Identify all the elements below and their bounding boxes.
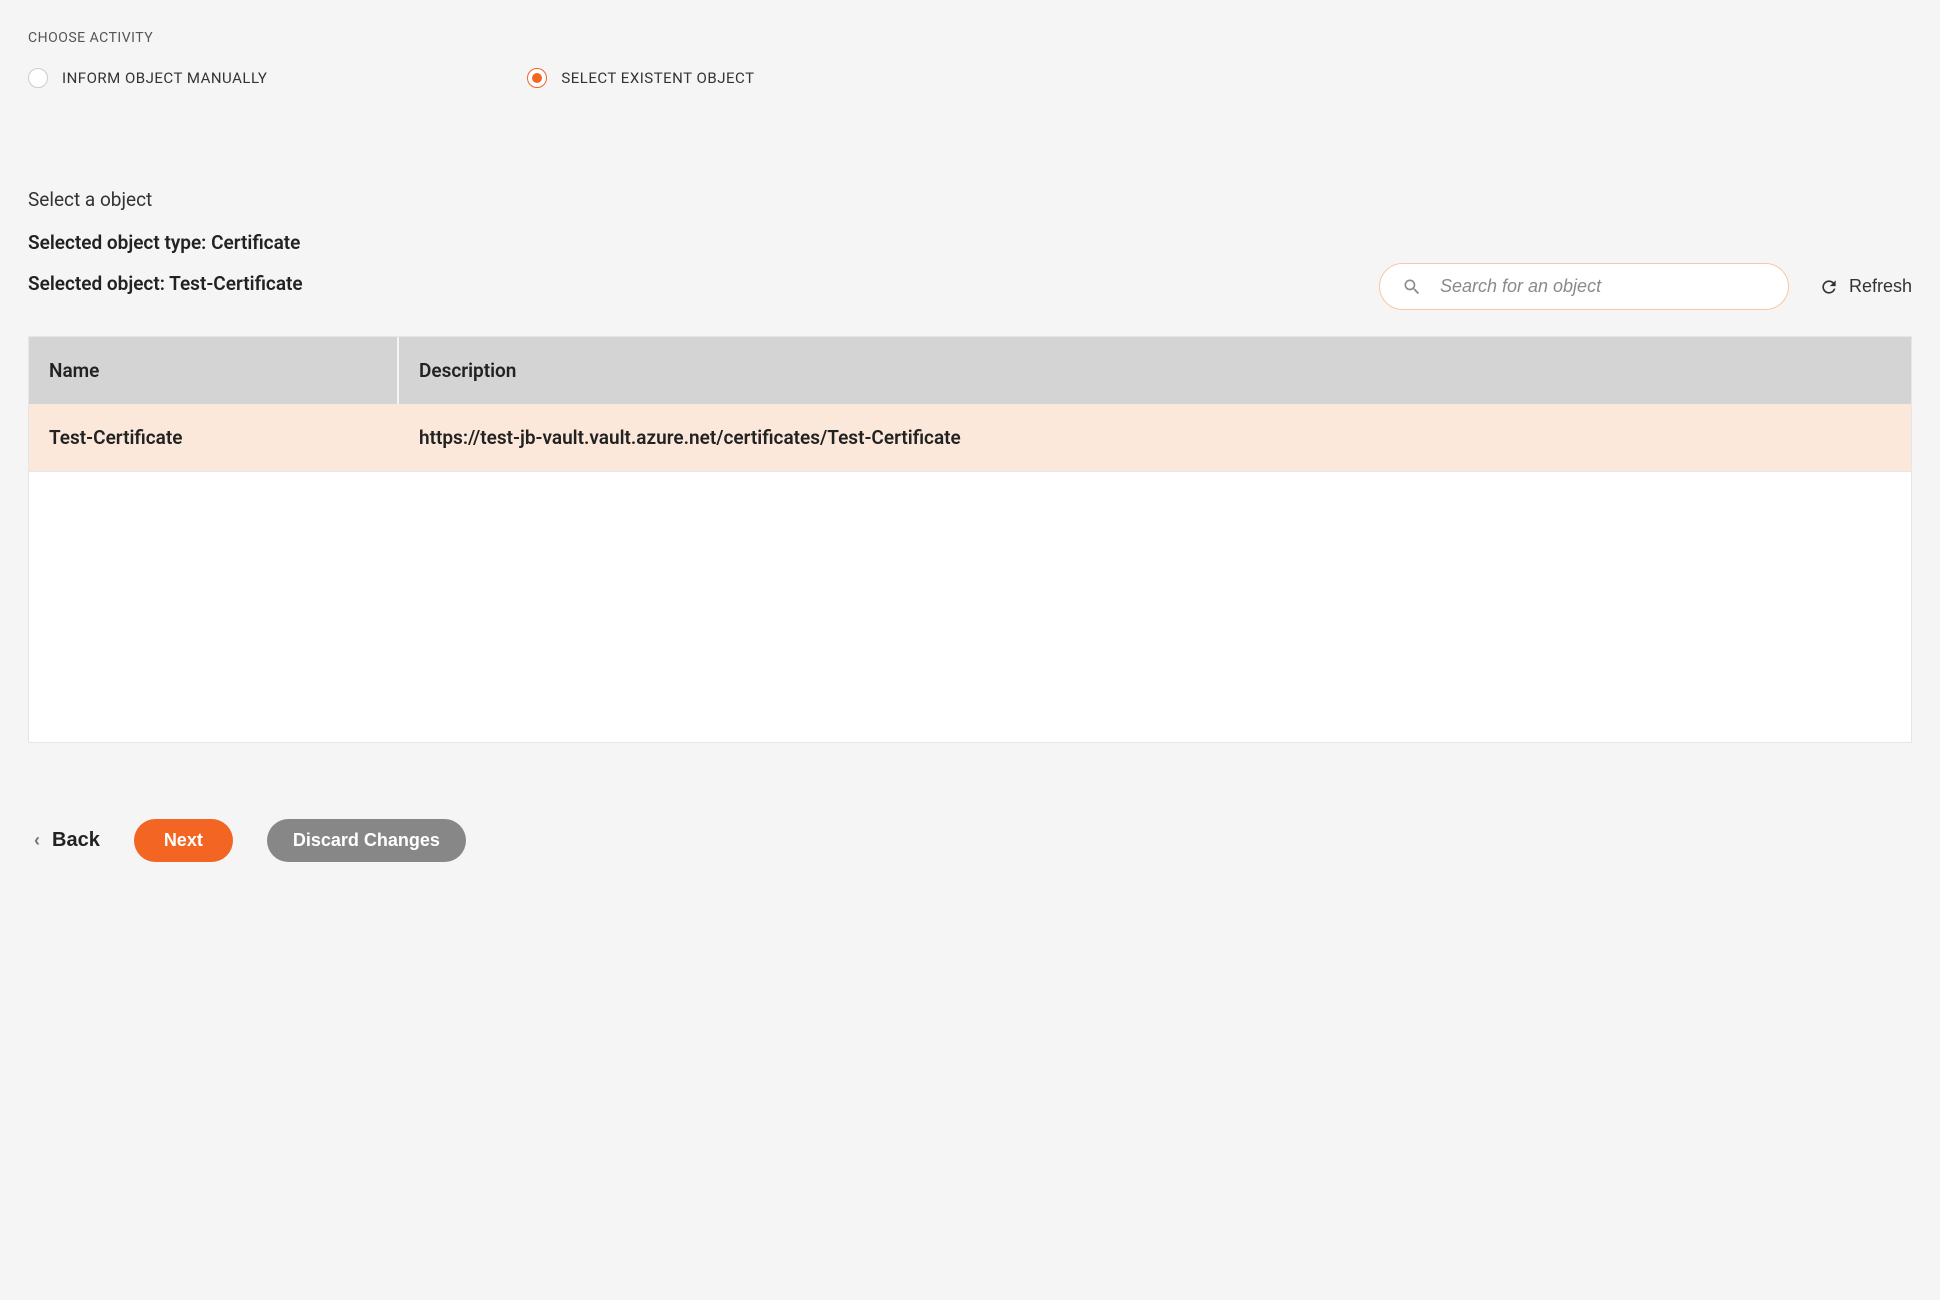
table-empty-space [29,472,1911,742]
table-header: Name Description [29,337,1911,404]
discard-changes-button[interactable]: Discard Changes [267,819,466,862]
back-label: Back [52,829,100,852]
radio-icon [28,68,48,88]
search-icon [1402,277,1422,297]
col-header-description: Description [399,337,1911,404]
refresh-icon [1819,277,1839,297]
search-input[interactable] [1440,276,1766,297]
footer-actions: ‹ Back Next Discard Changes [28,819,1912,862]
selected-object-type: Selected object type: Certificate [28,231,1912,254]
radio-select-existent[interactable]: SELECT EXISTENT OBJECT [527,68,754,88]
radio-dot-icon [532,73,542,83]
activity-radio-group: INFORM OBJECT MANUALLY SELECT EXISTENT O… [28,68,1912,88]
chevron-left-icon: ‹ [34,830,40,851]
refresh-button[interactable]: Refresh [1819,276,1912,297]
select-object-heading: Select a object [28,188,1912,211]
objects-table: Name Description Test-Certificate https:… [28,336,1912,743]
choose-activity-label: CHOOSE ACTIVITY [28,30,1912,46]
radio-label-manual: INFORM OBJECT MANUALLY [62,69,267,87]
search-field-wrap[interactable] [1379,263,1789,310]
cell-description: https://test-jb-vault.vault.azure.net/ce… [399,404,1911,471]
refresh-label: Refresh [1849,276,1912,297]
radio-label-existent: SELECT EXISTENT OBJECT [561,69,754,87]
cell-name: Test-Certificate [29,404,399,471]
object-toolbar: Refresh [28,263,1912,310]
back-button[interactable]: ‹ Back [34,829,100,852]
next-button[interactable]: Next [134,819,233,862]
table-row[interactable]: Test-Certificate https://test-jb-vault.v… [29,404,1911,472]
radio-icon-selected [527,68,547,88]
col-header-name: Name [29,337,399,404]
radio-inform-manually[interactable]: INFORM OBJECT MANUALLY [28,68,267,88]
